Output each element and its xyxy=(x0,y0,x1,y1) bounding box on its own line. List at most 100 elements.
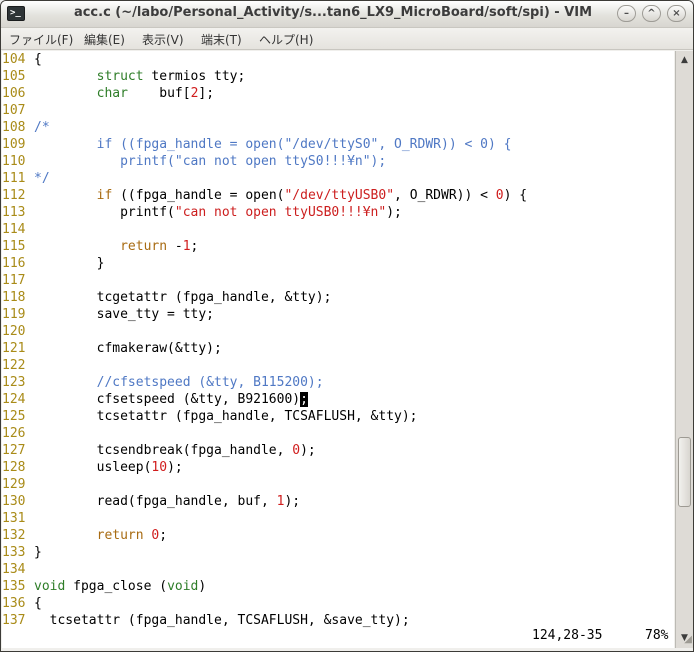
code-line[interactable]: 113 printf("can not open ttyUSB0!!!¥n"); xyxy=(2,204,402,221)
code-line[interactable]: 134 xyxy=(2,561,34,578)
line-number: 126 xyxy=(2,426,26,441)
code-token: ((fpga_handle = open( xyxy=(112,188,285,203)
menu-help[interactable]: ヘルプ(H) xyxy=(259,31,313,47)
code-token: ); xyxy=(386,205,402,220)
code-token: /* xyxy=(34,120,50,135)
code-token: "/dev/ttyUSB0" xyxy=(284,188,395,203)
editor-text-area[interactable]: 104 {105 struct termios tty; 106 char buf[… xyxy=(2,51,674,648)
code-line[interactable]: 136 { xyxy=(2,595,42,612)
code-token: tcsetattr (fpga_handle, TCSAFLUSH, &tty)… xyxy=(34,409,418,424)
scrollbar-thumb[interactable] xyxy=(678,437,691,507)
code-line[interactable]: 137 tcsetattr (fpga_handle, TCSAFLUSH, &… xyxy=(2,612,410,629)
line-number: 123 xyxy=(2,375,26,390)
terminal-icon: >_ xyxy=(7,6,25,21)
code-token: termios tty; xyxy=(143,69,246,84)
code-token: fpga_close ( xyxy=(65,579,168,594)
code-token: 10 xyxy=(151,460,168,475)
code-line[interactable]: 121 cfmakeraw(&tty); xyxy=(2,340,222,357)
line-number: 106 xyxy=(2,86,26,101)
code-token: { xyxy=(34,52,42,67)
line-number: 134 xyxy=(2,562,26,577)
code-line[interactable]: 107 xyxy=(2,102,34,119)
scroll-percentage: 78% xyxy=(645,628,669,643)
code-token: tcsetattr (fpga_handle, TCSAFLUSH, &save… xyxy=(34,613,410,628)
code-line[interactable]: 106 char buf[2]; xyxy=(2,85,214,102)
code-line[interactable]: 122 xyxy=(2,357,34,374)
code-token: if ((fpga_handle = open("/dev/ttyS0", O_… xyxy=(34,137,512,152)
code-token: ) { xyxy=(503,188,528,203)
line-number: 119 xyxy=(2,307,26,322)
code-token: void xyxy=(167,579,199,594)
line-number: 105 xyxy=(2,69,26,84)
code-token: printf( xyxy=(34,205,175,220)
scroll-up-arrow-icon[interactable]: ▲ xyxy=(677,53,692,68)
menu-terminal[interactable]: 端末(T) xyxy=(201,31,242,47)
menu-file[interactable]: ファイル(F) xyxy=(9,31,73,47)
code-line[interactable]: 109 if ((fpga_handle = open("/dev/ttyS0"… xyxy=(2,136,511,153)
line-number: 129 xyxy=(2,477,26,492)
code-token: return xyxy=(120,239,168,254)
line-number: 104 xyxy=(2,52,26,67)
line-number: 133 xyxy=(2,545,26,560)
close-button[interactable]: × xyxy=(667,5,686,22)
code-line[interactable]: 120 xyxy=(2,323,34,340)
code-line[interactable]: 115 return -1; xyxy=(2,238,198,255)
code-line[interactable]: 135 void fpga_close (void) xyxy=(2,578,206,595)
code-token: cfmakeraw(&tty); xyxy=(34,341,222,356)
code-token: , O_RDWR)) < xyxy=(394,188,496,203)
code-line[interactable]: 104 { xyxy=(2,51,42,68)
code-line[interactable]: 124 cfsetspeed (&tty, B921600); xyxy=(2,391,308,408)
code-line[interactable]: 125 tcsetattr (fpga_handle, TCSAFLUSH, &… xyxy=(2,408,418,425)
line-number: 128 xyxy=(2,460,26,475)
vim-window: >_ acc.c (~/labo/Personal_Activity/s...t… xyxy=(0,0,694,652)
code-token: char xyxy=(96,86,128,101)
line-number: 122 xyxy=(2,358,26,373)
line-number: 137 xyxy=(2,613,26,628)
title-bar[interactable]: >_ acc.c (~/labo/Personal_Activity/s...t… xyxy=(1,1,693,28)
menu-view[interactable]: 表示(V) xyxy=(142,31,184,47)
minimize-button[interactable]: – xyxy=(617,5,636,22)
code-token: ]; xyxy=(198,86,215,101)
code-line[interactable]: 130 read(fpga_handle, buf, 1); xyxy=(2,493,300,510)
code-line[interactable]: 126 xyxy=(2,425,34,442)
code-line[interactable]: 112 if ((fpga_handle = open("/dev/ttyUSB… xyxy=(2,187,527,204)
line-number: 116 xyxy=(2,256,26,271)
vertical-scrollbar[interactable]: ▲ ▼ xyxy=(675,51,693,648)
menu-edit[interactable]: 編集(E) xyxy=(84,31,125,47)
code-line[interactable]: 123 //cfsetspeed (&tty, B115200); xyxy=(2,374,324,391)
code-line[interactable]: 128 usleep(10); xyxy=(2,459,183,476)
code-line[interactable]: 118 tcgetattr (fpga_handle, &tty); xyxy=(2,289,331,306)
code-token: void xyxy=(34,579,66,594)
code-line[interactable]: 111 */ xyxy=(2,170,50,187)
resize-grip-icon[interactable]: ◢ xyxy=(678,634,692,648)
line-number: 113 xyxy=(2,205,26,220)
maximize-button[interactable]: ^ xyxy=(642,5,661,22)
code-line[interactable]: 108 /* xyxy=(2,119,50,136)
line-number: 130 xyxy=(2,494,26,509)
code-line[interactable]: 117 xyxy=(2,272,34,289)
code-token: read(fpga_handle, buf, xyxy=(34,494,277,509)
line-number: 118 xyxy=(2,290,26,305)
code-line[interactable]: 119 save_tty = tty; xyxy=(2,306,214,323)
code-token: - xyxy=(167,239,183,254)
code-line[interactable]: 116 } xyxy=(2,255,104,272)
code-line[interactable]: 132 return 0; xyxy=(2,527,167,544)
line-number: 124 xyxy=(2,392,26,407)
line-number: 135 xyxy=(2,579,26,594)
code-line[interactable]: 127 tcsendbreak(fpga_handle, 0); xyxy=(2,442,316,459)
line-number: 121 xyxy=(2,341,26,356)
line-number: 136 xyxy=(2,596,26,611)
code-line[interactable]: 114 xyxy=(2,221,34,238)
code-token: 0 xyxy=(292,443,301,458)
code-line[interactable]: 133} xyxy=(2,544,42,561)
code-line[interactable]: 105 struct termios tty; xyxy=(2,68,245,85)
code-token: tcgetattr (fpga_handle, &tty); xyxy=(34,290,332,305)
code-line[interactable]: 131 xyxy=(2,510,34,527)
code-line[interactable]: 129 xyxy=(2,476,34,493)
code-token: } xyxy=(34,545,42,560)
code-line[interactable]: 110 printf("can not open ttyS0!!!¥n"); xyxy=(2,153,386,170)
